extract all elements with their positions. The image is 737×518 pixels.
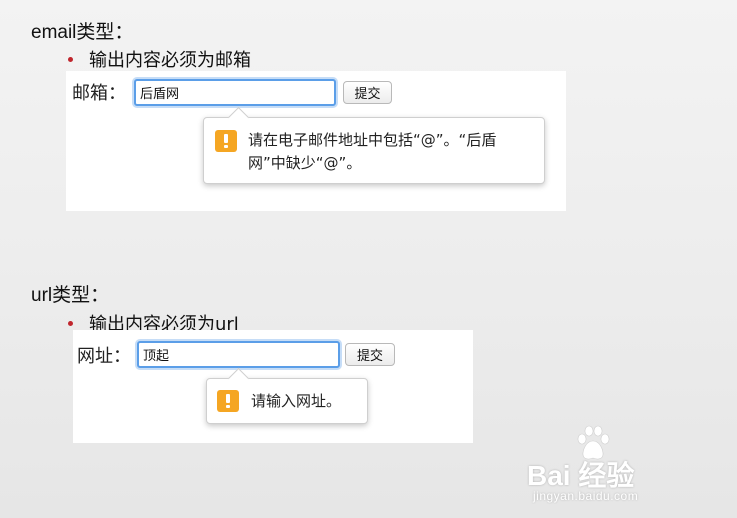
watermark-logo-text: Bai 经验 bbox=[527, 460, 635, 491]
tooltip-arrow bbox=[227, 106, 250, 129]
watermark-url: jingyan.baidu.com bbox=[533, 489, 639, 503]
email-section-heading: email类型： bbox=[31, 22, 134, 43]
bullet-dot-icon bbox=[68, 56, 73, 62]
email-demo-card: 邮箱： 后盾网 提交 请在电子邮件地址中包括“@”。“后盾 网”中缺少“@”。 bbox=[66, 71, 566, 211]
baidu-jingyan-watermark: Bai 经验 jingyan.baidu.com bbox=[527, 424, 707, 504]
email-validation-tooltip: 请在电子邮件地址中包括“@”。“后盾 网”中缺少“@”。 bbox=[203, 106, 545, 184]
tooltip-arrow bbox=[227, 367, 250, 390]
url-field-label: 网址： bbox=[77, 346, 131, 367]
email-field[interactable]: 后盾网 bbox=[134, 79, 336, 106]
url-tooltip-text: 请输入网址。 bbox=[251, 392, 342, 410]
url-section-heading: url类型： bbox=[31, 285, 110, 306]
email-submit-button[interactable]: 提交 bbox=[343, 81, 392, 104]
email-field-label: 邮箱： bbox=[72, 83, 126, 104]
url-validation-tooltip: 请输入网址。 bbox=[206, 367, 368, 424]
email-bullet: 输出内容必须为邮箱 bbox=[68, 46, 251, 72]
warning-icon bbox=[217, 390, 239, 412]
warning-icon bbox=[215, 130, 237, 152]
url-demo-card: 网址： 顶起 提交 请输入网址。 bbox=[73, 330, 473, 443]
url-field[interactable]: 顶起 bbox=[137, 341, 340, 368]
bullet-dot-icon bbox=[68, 320, 73, 326]
email-tooltip-line1: 请在电子邮件地址中包括“@”。“后盾 bbox=[248, 131, 497, 149]
email-bullet-text: 输出内容必须为邮箱 bbox=[89, 50, 251, 71]
email-tooltip-line2: 网”中缺少“@”。 bbox=[248, 154, 362, 172]
url-submit-button[interactable]: 提交 bbox=[345, 343, 395, 366]
